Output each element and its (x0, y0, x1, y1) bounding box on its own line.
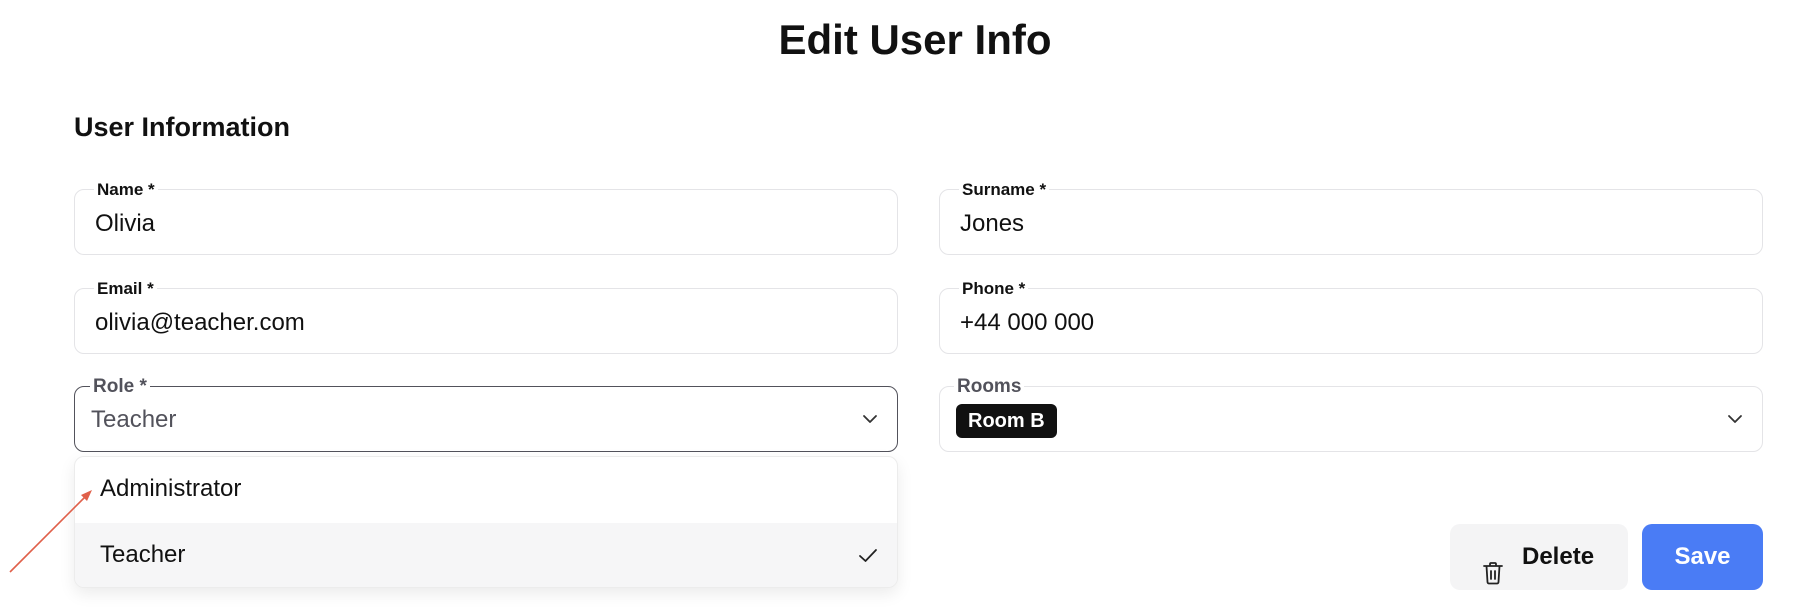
role-label: Role * (90, 376, 150, 398)
email-input[interactable]: olivia@teacher.com (95, 309, 305, 337)
chevron-down-icon[interactable] (1726, 412, 1744, 426)
delete-button[interactable]: Delete (1450, 524, 1628, 590)
role-select[interactable]: Role * Teacher (74, 376, 898, 452)
trash-icon (1482, 545, 1504, 585)
email-field[interactable]: Email * olivia@teacher.com (74, 280, 898, 354)
surname-label: Surname * (959, 181, 1050, 199)
chevron-down-icon[interactable] (861, 412, 879, 426)
role-option-administrator[interactable]: Administrator (75, 457, 897, 523)
rooms-label: Rooms (954, 376, 1025, 398)
phone-input[interactable]: +44 000 000 (960, 309, 1094, 337)
room-chip[interactable]: Room B (956, 404, 1057, 438)
email-label: Email * (94, 280, 157, 298)
red-arrow-icon (9, 490, 92, 573)
role-option-teacher[interactable]: Teacher (75, 523, 897, 587)
option-label: Administrator (100, 475, 242, 502)
name-label: Name * (94, 181, 158, 199)
section-title: User Information (74, 112, 291, 142)
phone-field[interactable]: Phone * +44 000 000 (939, 280, 1763, 354)
name-input[interactable]: Olivia (95, 210, 155, 238)
option-label: Teacher (100, 541, 186, 568)
surname-input[interactable]: Jones (960, 210, 1024, 238)
rooms-select[interactable]: Rooms Room B (939, 376, 1763, 452)
page-title: Edit User Info (778, 16, 1052, 63)
surname-field[interactable]: Surname * Jones (939, 181, 1763, 255)
check-icon (857, 547, 879, 565)
role-selected-value: Teacher (91, 406, 177, 433)
name-field[interactable]: Name * Olivia (74, 181, 898, 255)
save-button[interactable]: Save (1642, 524, 1763, 590)
role-dropdown-menu: Administrator Teacher (74, 456, 898, 588)
delete-label: Delete (1522, 543, 1595, 570)
phone-label: Phone * (959, 280, 1029, 298)
